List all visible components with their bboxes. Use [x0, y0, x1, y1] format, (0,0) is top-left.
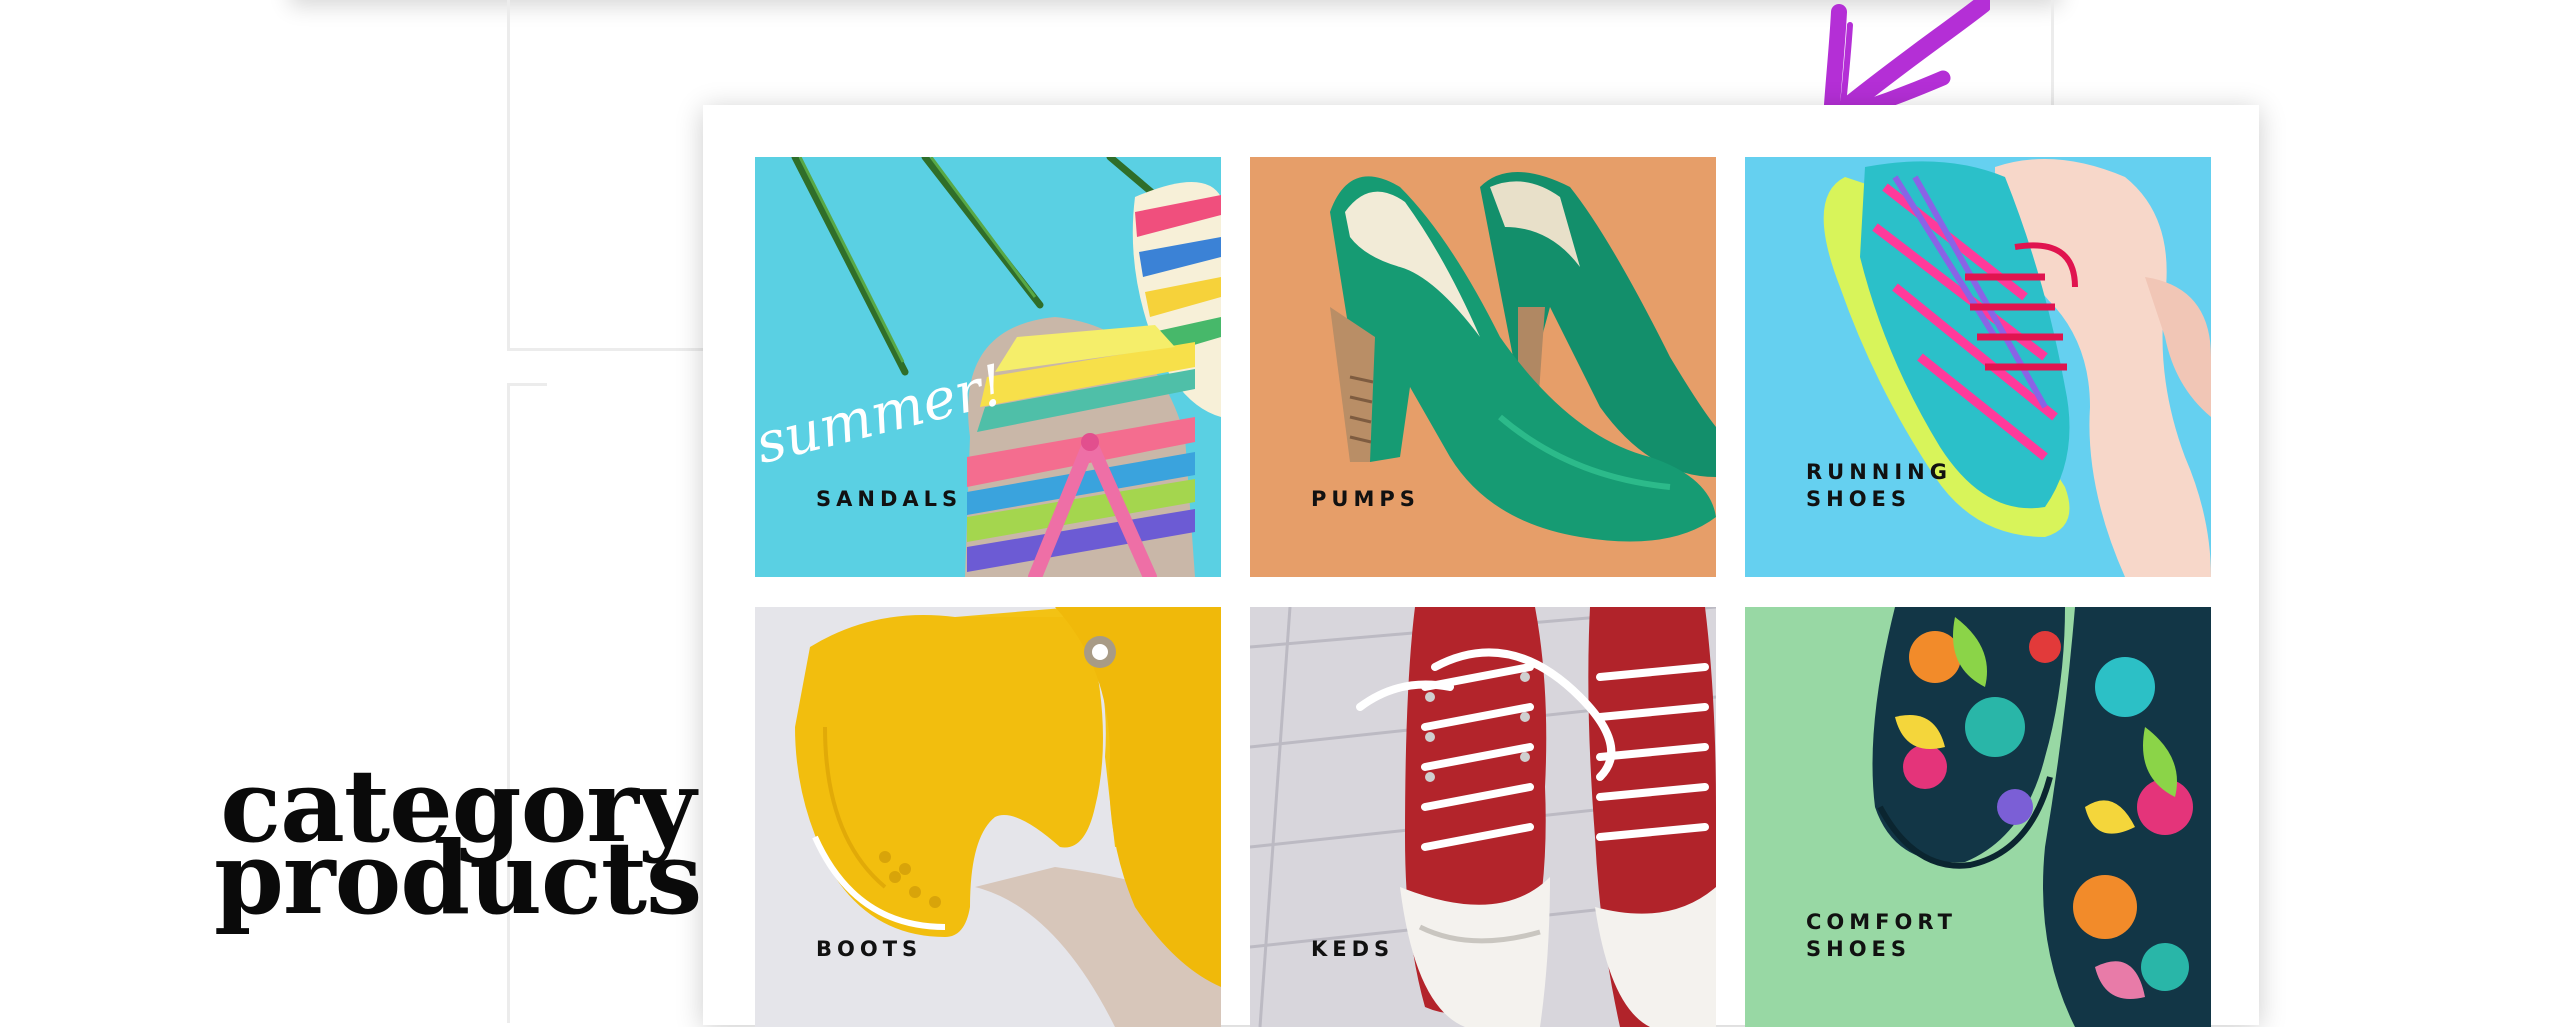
- section-heading: category products: [214, 756, 702, 937]
- tile-label-comfort-shoes: COMFORT SHOES: [1806, 910, 1957, 961]
- tile-boots[interactable]: BOOTS: [755, 607, 1221, 1027]
- tile-sandals[interactable]: summer! SANDALS: [755, 157, 1221, 577]
- pumps-image: [1250, 157, 1716, 577]
- boots-image: [755, 607, 1221, 1027]
- tile-label-pumps: PUMPS: [1311, 487, 1420, 511]
- category-card: summer! SANDALS PUMPS RUNNING SHOES BOOT…: [703, 105, 2259, 1027]
- tile-label-boots: BOOTS: [816, 937, 923, 961]
- tile-label-keds: KEDS: [1311, 937, 1395, 961]
- tile-comfort-shoes[interactable]: COMFORT SHOES: [1745, 607, 2211, 1027]
- tile-keds[interactable]: KEDS: [1250, 607, 1716, 1027]
- keds-image: [1250, 607, 1716, 1027]
- heading-line-products: products: [214, 819, 702, 937]
- tile-label-running-shoes: RUNNING SHOES: [1806, 460, 1952, 511]
- tile-label-sandals: SANDALS: [816, 487, 963, 511]
- running-shoes-image: [1745, 157, 2211, 577]
- tile-running-shoes[interactable]: RUNNING SHOES: [1745, 157, 2211, 577]
- tile-pumps[interactable]: PUMPS: [1250, 157, 1716, 577]
- comfort-shoes-image: [1745, 607, 2211, 1027]
